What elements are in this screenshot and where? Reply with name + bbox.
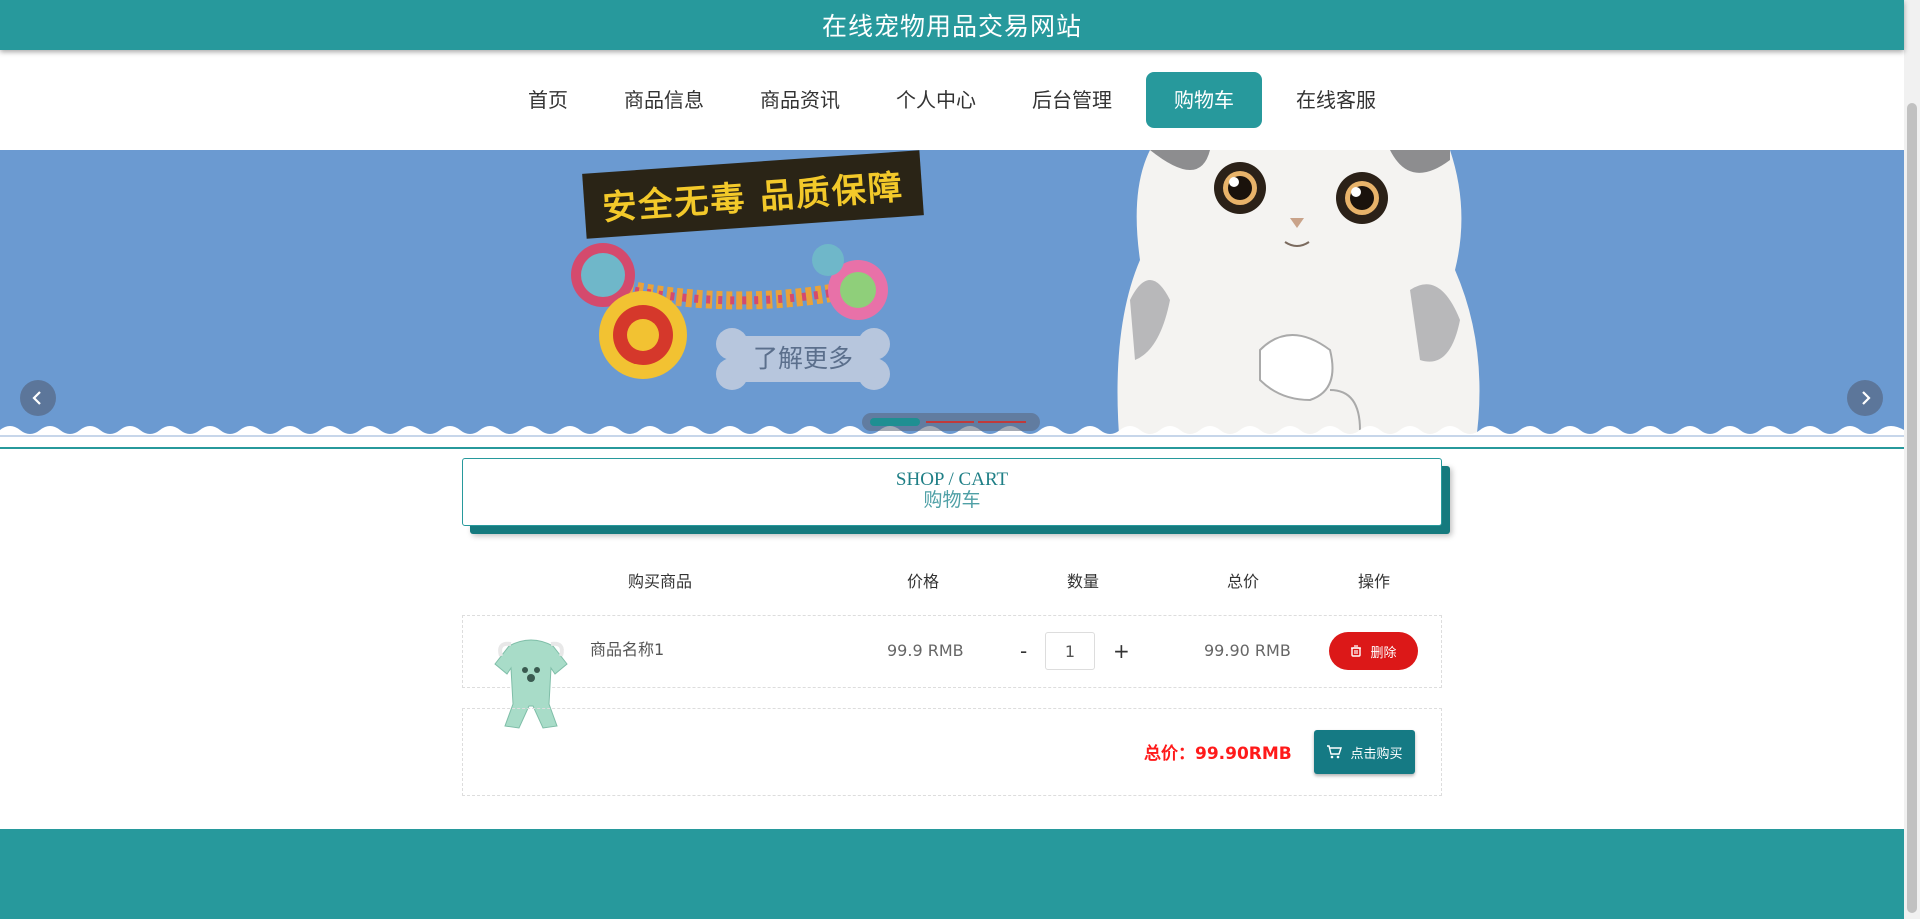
quantity-decrease-button[interactable]: -: [1020, 639, 1027, 663]
top-bar: 在线宠物用品交易网站: [0, 0, 1904, 50]
column-header-subtotal: 总价: [1227, 572, 1260, 591]
carousel-indicators: [862, 413, 1040, 431]
delete-button[interactable]: 删除: [1329, 632, 1418, 670]
product-price: 99.9 RMB: [887, 641, 964, 660]
chevron-right-icon: [1862, 391, 1871, 405]
carousel-prev-button[interactable]: [20, 380, 56, 416]
nav-item-products[interactable]: 商品信息: [602, 72, 726, 128]
column-header-actions: 操作: [1358, 572, 1391, 591]
checkout-button[interactable]: 点击购买: [1314, 730, 1415, 774]
section-title-cn: 购物车: [923, 490, 981, 511]
column-header-price: 价格: [907, 572, 940, 591]
cart-item-row: 商品名称1 99.9 RMB - + 99.90 RMB 删除: [462, 615, 1442, 729]
nav-item-support[interactable]: 在线客服: [1274, 72, 1398, 128]
banner-carousel[interactable]: 安全无毒 品质保障 了解更多: [0, 150, 1904, 448]
section-heading: SHOP / CART 购物车: [462, 458, 1442, 526]
carousel-indicator-3[interactable]: [978, 421, 1026, 423]
carousel-indicator-1[interactable]: [870, 418, 920, 426]
total-price-label: 总价：: [1144, 744, 1195, 764]
chevron-left-icon: [32, 391, 41, 405]
column-header-quantity: 数量: [1067, 572, 1100, 591]
nav-item-profile[interactable]: 个人中心: [874, 72, 998, 128]
total-price-value: 99.90RMB: [1195, 744, 1292, 764]
cart-icon: [1327, 745, 1343, 759]
quantity-increase-button[interactable]: +: [1113, 639, 1130, 663]
delete-button-label: 删除: [1370, 645, 1397, 661]
cart-table-header: 购买商品 价格 数量 总价 操作: [462, 568, 1442, 591]
product-name[interactable]: 商品名称1: [590, 636, 664, 660]
quantity-input[interactable]: [1045, 632, 1095, 670]
page-scrollbar[interactable]: [1904, 0, 1920, 919]
section-title-en: SHOP / CART: [895, 469, 1009, 490]
cat-illustration: [1117, 150, 1480, 448]
main-nav: 首页 商品信息 商品资讯 个人中心 后台管理 购物车 在线客服: [0, 50, 1904, 150]
nav-item-cart[interactable]: 购物车: [1146, 72, 1262, 128]
nav-item-news[interactable]: 商品资讯: [738, 72, 862, 128]
checkout-button-label: 点击购买: [1350, 746, 1403, 762]
total-price: 总价：99.90RMB: [1144, 739, 1292, 764]
learn-more-button[interactable]: 了解更多: [714, 328, 892, 390]
banner-bottom-line: [0, 447, 1904, 449]
trash-icon: [1351, 645, 1362, 657]
column-header-product: 购买商品: [628, 572, 693, 591]
site-title: 在线宠物用品交易网站: [821, 12, 1082, 41]
nav-item-admin[interactable]: 后台管理: [1010, 72, 1134, 128]
nav-item-home[interactable]: 首页: [506, 72, 590, 128]
item-subtotal: 99.90 RMB: [1204, 641, 1291, 660]
carousel-indicator-2[interactable]: [926, 421, 974, 423]
carousel-next-button[interactable]: [1847, 380, 1883, 416]
scrollbar-thumb[interactable]: [1907, 103, 1917, 913]
footer: [0, 829, 1904, 919]
page: 在线宠物用品交易网站 首页 商品信息 商品资讯 个人中心 后台管理 购物车 在线…: [0, 0, 1920, 919]
cart-summary: 总价：99.90RMB 点击购买: [462, 708, 1442, 796]
